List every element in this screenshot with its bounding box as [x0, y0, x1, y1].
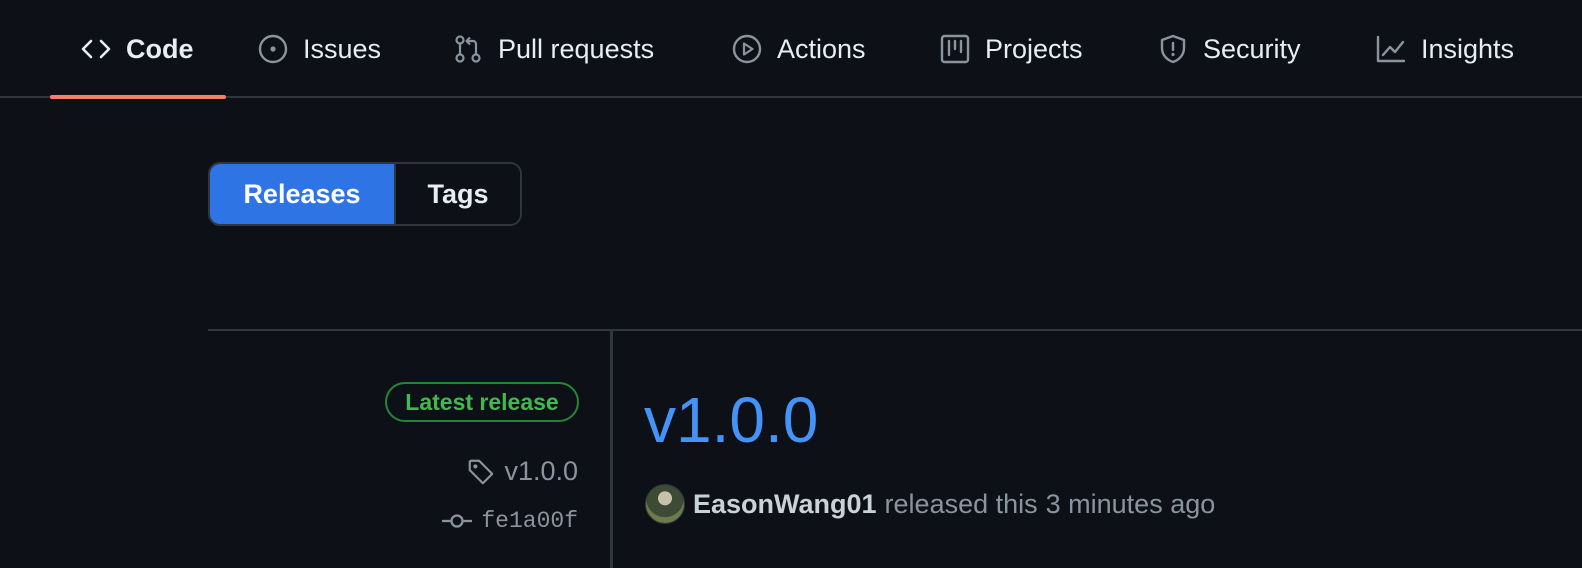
tags-button[interactable]: Tags — [394, 164, 520, 224]
avatar[interactable] — [645, 484, 685, 524]
tab-code[interactable]: Code — [80, 0, 194, 98]
play-icon — [731, 33, 763, 65]
release-title-link[interactable]: v1.0.0 — [644, 388, 818, 452]
release-commit-link[interactable]: fe1a00f — [441, 508, 578, 534]
tag-icon — [466, 457, 496, 487]
git-commit-icon — [441, 509, 473, 533]
repo-nav: Code Issues Pull requests Actions Projec… — [0, 0, 1582, 99]
tab-issues-label: Issues — [303, 33, 382, 64]
release-time: 3 minutes ago — [1045, 488, 1216, 519]
release-commit-sha: fe1a00f — [481, 508, 578, 534]
selected-tab-indicator — [50, 95, 226, 99]
issue-opened-icon — [257, 33, 289, 65]
releases-tags-toggle: Releases Tags — [208, 162, 522, 226]
released-text: released this — [884, 488, 1038, 519]
release-byline: EasonWang01 released this 3 minutes ago — [645, 484, 1215, 524]
tab-actions-label: Actions — [777, 33, 866, 64]
graph-icon — [1375, 33, 1407, 65]
tab-code-label: Code — [126, 33, 194, 64]
tab-pull-requests-label: Pull requests — [498, 33, 655, 64]
author-link[interactable]: EasonWang01 — [693, 489, 877, 520]
section-divider — [208, 329, 1582, 331]
tab-security[interactable]: Security — [1157, 0, 1301, 98]
release-tag-link[interactable]: v1.0.0 — [466, 456, 578, 487]
latest-release-badge: Latest release — [385, 382, 579, 422]
code-icon — [80, 33, 112, 65]
release-tag-label: v1.0.0 — [504, 456, 578, 486]
tab-actions[interactable]: Actions — [731, 0, 866, 98]
tab-security-label: Security — [1203, 33, 1301, 64]
tab-insights-label: Insights — [1421, 33, 1515, 64]
git-pull-request-icon — [452, 33, 484, 65]
releases-button[interactable]: Releases — [210, 164, 394, 224]
tab-projects-label: Projects — [985, 33, 1083, 64]
tab-projects[interactable]: Projects — [939, 0, 1083, 98]
tab-pull-requests[interactable]: Pull requests — [452, 0, 654, 98]
tab-insights[interactable]: Insights — [1375, 0, 1514, 98]
tab-issues[interactable]: Issues — [257, 0, 381, 98]
table-icon — [939, 33, 971, 65]
timeline-divider — [610, 331, 613, 568]
shield-icon — [1157, 33, 1189, 65]
